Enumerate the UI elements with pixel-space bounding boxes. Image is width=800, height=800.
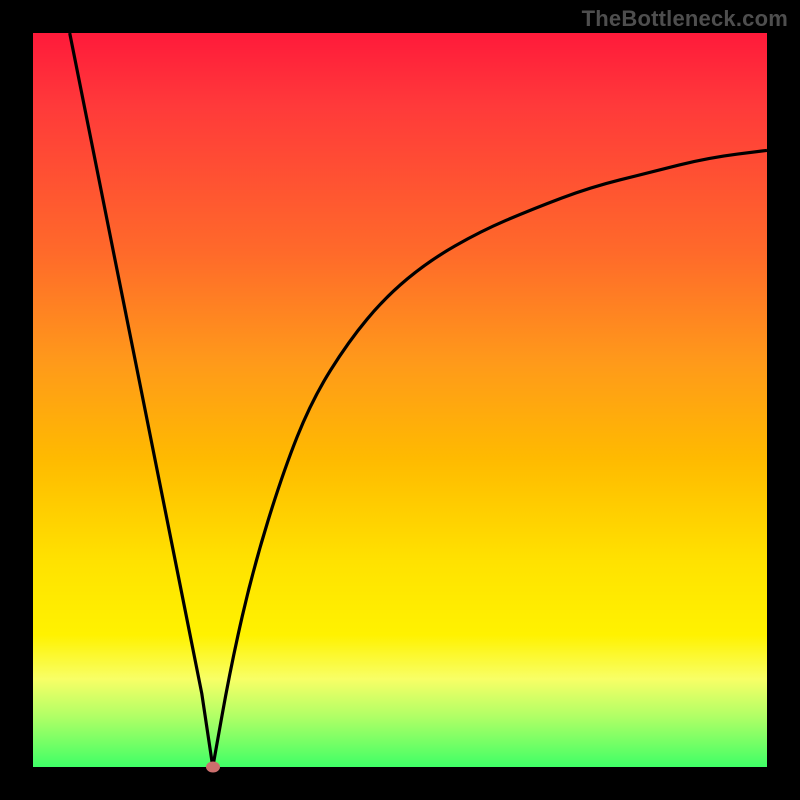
plot-area: [33, 33, 767, 767]
watermark-text: TheBottleneck.com: [582, 6, 788, 32]
curve-left-branch: [70, 33, 213, 767]
bottleneck-curve: [33, 33, 767, 767]
chart-frame: TheBottleneck.com: [0, 0, 800, 800]
curve-right-branch: [213, 150, 767, 767]
minimum-marker: [206, 762, 220, 773]
